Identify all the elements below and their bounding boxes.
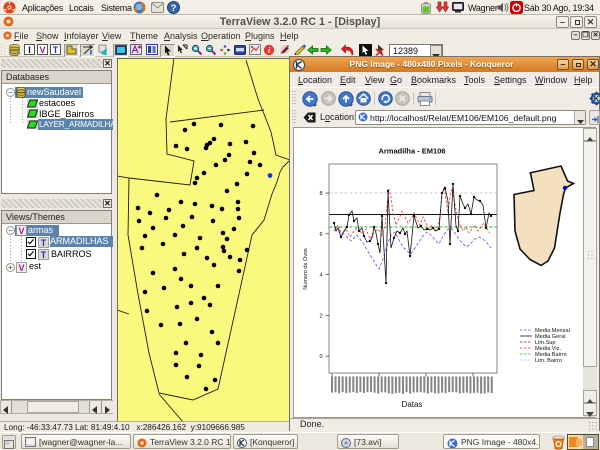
svg-text:2: 2 (319, 313, 322, 319)
svg-text:4: 4 (319, 273, 322, 279)
svg-text:V: V (18, 226, 24, 236)
svg-text:K: K (594, 94, 600, 103)
svg-text:T: T (41, 238, 47, 248)
svg-text:Lim. Bairro: Lim. Bairro (535, 358, 562, 364)
svg-text:6: 6 (319, 232, 322, 238)
svg-text:Armadilha - EM106: Armadilha - EM106 (378, 147, 445, 156)
svg-text:Numero de Ovos: Numero de Ovos (303, 248, 309, 290)
svg-text:0: 0 (319, 354, 322, 360)
svg-text:Datas: Datas (402, 400, 423, 409)
svg-text:?: ? (171, 3, 177, 14)
svg-text:V: V (18, 263, 24, 273)
svg-text:T: T (41, 250, 47, 260)
svg-text:8: 8 (319, 191, 322, 197)
